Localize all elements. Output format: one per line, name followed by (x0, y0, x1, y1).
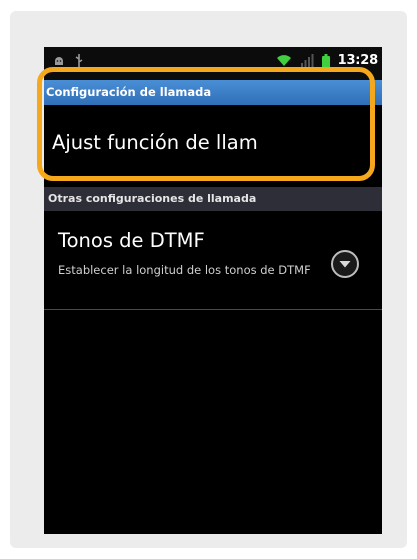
status-bar: 13:28 (44, 47, 382, 80)
dtmf-tones-title: Tonos de DTMF (58, 229, 205, 252)
wifi-icon (276, 54, 292, 67)
chevron-down-circle-icon[interactable] (330, 249, 360, 279)
android-debug-icon (53, 55, 65, 67)
call-function-settings-item[interactable]: Ajust función de llam (44, 105, 382, 176)
title-bar: Configuración de llamada (44, 80, 382, 105)
section-header: Otras configuraciones de llamada (44, 187, 382, 211)
signal-icon (300, 54, 314, 67)
call-function-settings-label: Ajust función de llam (52, 131, 258, 154)
section-header-label: Otras configuraciones de llamada (48, 192, 257, 205)
list-divider (44, 309, 382, 310)
dtmf-tones-item[interactable]: Tonos de DTMF Establecer la longitud de … (44, 211, 382, 308)
usb-icon (74, 54, 84, 68)
dtmf-tones-summary: Establecer la longitud de los tonos de D… (58, 263, 311, 277)
battery-icon (321, 53, 330, 68)
phone-screen: 13:28 Configuración de llamada Ajust fun… (44, 47, 382, 534)
status-time: 13:28 (337, 53, 379, 68)
page-title: Configuración de llamada (46, 85, 212, 99)
